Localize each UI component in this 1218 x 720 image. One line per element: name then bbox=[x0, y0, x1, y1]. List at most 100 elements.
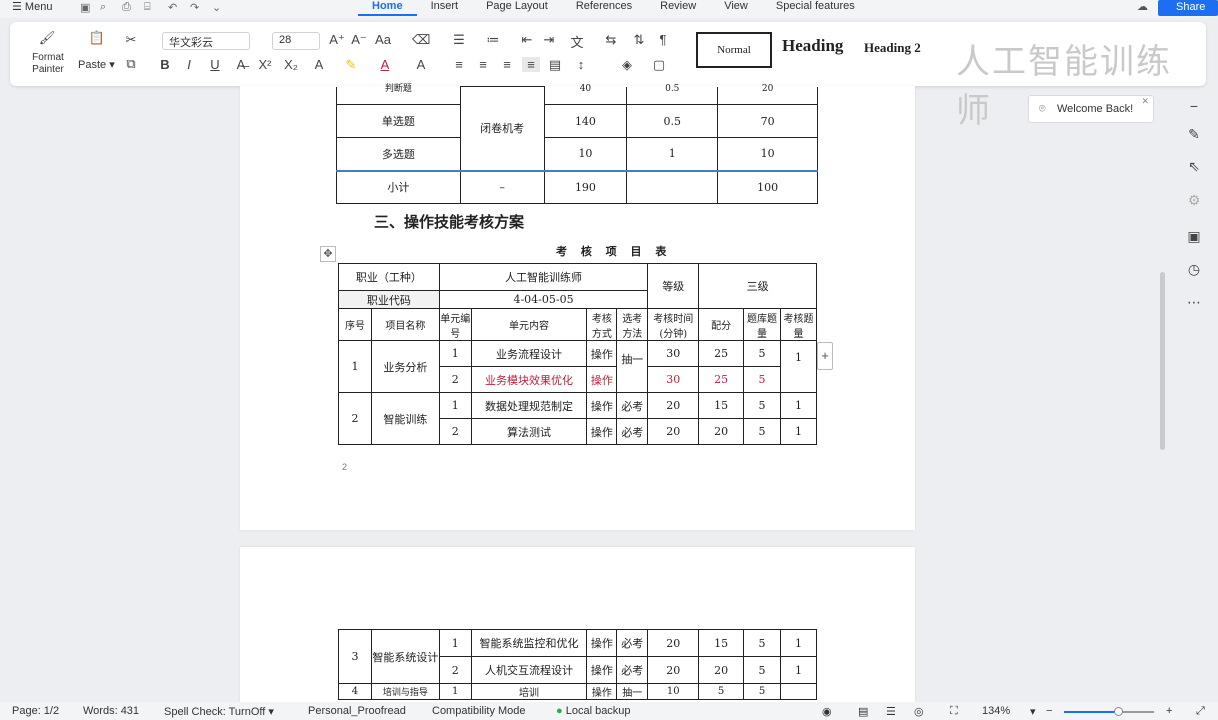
distributed-icon[interactable]: ▤ bbox=[546, 57, 564, 73]
table-cell[interactable]: 15 bbox=[698, 392, 745, 419]
print-icon[interactable]: ⎙ bbox=[122, 1, 131, 14]
table-cell[interactable]: 抽一 bbox=[616, 683, 649, 700]
table-cell[interactable]: 2 bbox=[338, 392, 372, 445]
table-cell[interactable]: 20 bbox=[717, 84, 818, 105]
table-cell[interactable]: 操作 bbox=[586, 629, 618, 657]
eye-icon[interactable]: ◉ bbox=[822, 705, 832, 718]
table-cell[interactable]: 判断题 bbox=[336, 84, 461, 105]
print-preview-icon[interactable]: ⌸ bbox=[144, 1, 151, 14]
style-normal[interactable]: Normal bbox=[696, 32, 772, 68]
table-cell[interactable]: 1 bbox=[779, 656, 818, 684]
zoom-out-icon[interactable]: − bbox=[1046, 705, 1052, 717]
table-cell[interactable]: 5 bbox=[698, 683, 745, 700]
table-cell[interactable]: 业务模块效果优化 bbox=[470, 366, 588, 393]
select-icon[interactable]: ⇖ bbox=[1184, 158, 1204, 175]
table-cell[interactable]: 1 bbox=[779, 629, 818, 657]
table-cell[interactable]: 0.5 bbox=[626, 84, 719, 105]
table-cell[interactable]: 1 bbox=[780, 418, 817, 445]
style-heading-2[interactable]: Heading 2 bbox=[864, 40, 921, 56]
vertical-scrollbar[interactable] bbox=[1160, 272, 1165, 450]
table-cell[interactable]: 5 bbox=[743, 656, 781, 684]
grade-value[interactable]: 三级 bbox=[698, 263, 817, 309]
undo-icon[interactable]: ↶ bbox=[168, 1, 177, 14]
underline-icon[interactable]: U bbox=[206, 57, 224, 72]
increase-indent-icon[interactable]: ⇥ bbox=[540, 32, 558, 48]
paste-button[interactable]: Paste ▾ bbox=[78, 58, 115, 71]
edit-icon[interactable]: ✎ bbox=[1184, 126, 1204, 143]
table-cell[interactable]: 智能系统设计 bbox=[370, 629, 440, 684]
increase-font-icon[interactable]: A⁺ bbox=[328, 32, 346, 48]
table-cell[interactable]: 30 bbox=[647, 340, 700, 367]
char-shading-icon[interactable]: A bbox=[412, 57, 430, 72]
table-cell[interactable]: 人机交互流程设计 bbox=[470, 656, 588, 684]
line-spacing-icon[interactable]: ↕ bbox=[572, 57, 590, 72]
table-cell[interactable]: 70 bbox=[717, 104, 818, 138]
redo-icon[interactable]: ↷ bbox=[190, 1, 199, 14]
profession-value[interactable]: 人工智能训练师 bbox=[438, 263, 649, 291]
table-move-handle[interactable]: ✥ bbox=[320, 246, 336, 262]
table-cell[interactable]: 智能训练 bbox=[370, 392, 440, 445]
table-cell[interactable]: 5 bbox=[743, 392, 781, 419]
tab-references[interactable]: References bbox=[562, 0, 646, 16]
zoom-level[interactable]: 134% bbox=[982, 705, 1010, 717]
table-cell[interactable]: 操作 bbox=[586, 656, 618, 684]
table-cell[interactable]: 10 bbox=[543, 137, 628, 171]
table-cell[interactable]: 4 bbox=[338, 683, 372, 700]
copy-icon[interactable]: ⧉ bbox=[122, 56, 140, 72]
table-cell[interactable]: 1 bbox=[780, 392, 817, 419]
zoom-level-dropdown[interactable]: ▾ bbox=[1030, 705, 1036, 718]
table-cell[interactable]: 培训与指导 bbox=[370, 683, 440, 700]
search-icon[interactable]: ⌕ bbox=[100, 1, 106, 14]
table-cell[interactable]: 单选题 bbox=[336, 104, 461, 138]
web-view-icon[interactable]: ◎ bbox=[914, 705, 924, 718]
table-cell[interactable]: 必考 bbox=[616, 392, 649, 419]
font-name-select[interactable]: 华文彩云 bbox=[162, 32, 250, 50]
add-column-button[interactable]: + bbox=[817, 342, 833, 370]
table-cell[interactable]: 10 bbox=[717, 137, 818, 171]
table-cell[interactable]: 40 bbox=[543, 84, 628, 105]
welcome-back-tip[interactable]: ⌾ Welcome Back! ✕ bbox=[1028, 95, 1154, 123]
table-cell[interactable]: 25 bbox=[698, 340, 745, 367]
table-cell[interactable]: 5 bbox=[743, 340, 781, 367]
menu-button[interactable]: ☰ Menu bbox=[12, 0, 52, 13]
cloud-icon[interactable]: ☁ bbox=[1137, 0, 1148, 13]
table-cell[interactable]: 操作 bbox=[586, 366, 618, 393]
spell-check-toggle[interactable]: Spell Check: TurnOff ▾ bbox=[164, 705, 274, 718]
save-icon[interactable]: ▣ bbox=[80, 1, 90, 14]
table-cell[interactable]: 2 bbox=[438, 656, 472, 684]
table-cell[interactable]: 操作 bbox=[586, 340, 618, 367]
chinese-layout-icon[interactable]: 文 bbox=[568, 32, 586, 51]
adjust-icon[interactable]: ⚙ bbox=[1184, 192, 1204, 209]
table-cell[interactable]: 5 bbox=[743, 683, 781, 700]
table-cell[interactable]: 1 bbox=[438, 683, 472, 700]
table-cell[interactable]: 必考 bbox=[616, 656, 649, 684]
table-cell[interactable]: 抽一 bbox=[616, 340, 649, 393]
table-cell[interactable]: 必考 bbox=[616, 418, 649, 445]
zoom-slider-knob[interactable] bbox=[1114, 707, 1123, 716]
strikethrough-icon[interactable]: A̶ bbox=[232, 57, 250, 72]
fit-page-icon[interactable]: ⛶ bbox=[950, 705, 958, 718]
table-cell[interactable]: 20 bbox=[698, 656, 745, 684]
table-cell[interactable]: 5 bbox=[743, 418, 781, 445]
more-icon[interactable]: ⋯ bbox=[1184, 294, 1204, 311]
decrease-indent-icon[interactable]: ⇤ bbox=[518, 32, 536, 48]
history-icon[interactable]: ◷ bbox=[1184, 261, 1204, 278]
text-effect-icon[interactable]: A bbox=[310, 57, 328, 72]
table-cell[interactable]: 2 bbox=[438, 418, 472, 445]
font-color-icon[interactable]: A bbox=[376, 57, 394, 72]
word-count[interactable]: Words: 431 bbox=[83, 705, 139, 717]
subscript-icon[interactable]: X₂ bbox=[282, 57, 300, 72]
tools-icon[interactable]: ▣ bbox=[1184, 228, 1204, 245]
line-break-icon[interactable]: ⇆ bbox=[602, 32, 620, 48]
sort-icon[interactable]: ⇅ bbox=[630, 32, 648, 48]
tab-review[interactable]: Review bbox=[646, 0, 710, 16]
table-cell[interactable]: 20 bbox=[647, 418, 700, 445]
table-cell[interactable]: 20 bbox=[647, 656, 700, 684]
show-marks-icon[interactable]: ¶ bbox=[654, 32, 672, 47]
table-cell[interactable]: 操作 bbox=[586, 683, 618, 700]
table-cell[interactable]: 15 bbox=[698, 629, 745, 657]
table-cell[interactable]: 1 bbox=[438, 392, 472, 419]
table-cell[interactable]: – bbox=[459, 170, 545, 204]
outline-view-icon[interactable]: ☰ bbox=[886, 705, 896, 718]
decrease-font-icon[interactable]: A⁻ bbox=[350, 32, 368, 48]
